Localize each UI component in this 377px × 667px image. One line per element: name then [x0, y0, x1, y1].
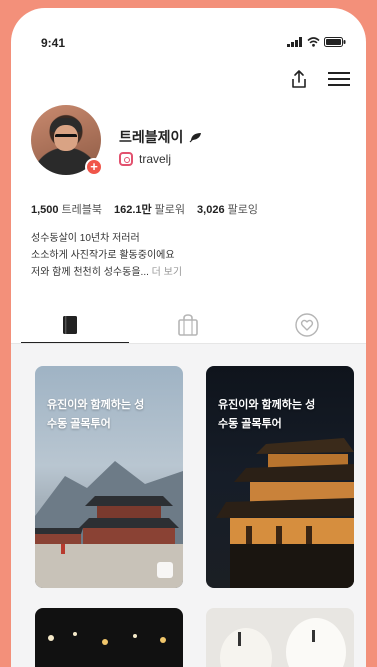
signal-icon: [287, 37, 302, 47]
profile-name: 트레블제이: [119, 129, 184, 145]
status-bar: 9:41: [11, 8, 366, 68]
stat-label: 트레블북: [61, 204, 103, 216]
stat-label: 팔로워: [154, 204, 186, 216]
tab-travelbooks[interactable]: [11, 306, 130, 344]
wifi-icon: [307, 37, 320, 47]
profile-bio: 성수동살이 10년차 저러러 소소하게 사진작가로 활동중이에요 저와 함께 천…: [31, 230, 351, 281]
stat-followers[interactable]: 162.1만 팔로워: [114, 201, 185, 217]
stat-value: 3,026: [197, 204, 225, 216]
stat-value: 1,500: [31, 204, 59, 216]
instagram-link[interactable]: travelj: [119, 152, 171, 166]
share-button[interactable]: [288, 68, 310, 90]
status-time: 9:41: [41, 36, 66, 50]
travelbook-card[interactable]: [35, 608, 183, 667]
card-title-line: 수동 골목투어: [47, 418, 111, 430]
bio-line: 저와 함께 천천히 성수동을...: [31, 267, 149, 278]
more-link[interactable]: 더 보기: [152, 267, 182, 278]
tab-likes[interactable]: [248, 306, 366, 344]
card-title-line: 유진이와 함께하는 성: [218, 399, 316, 411]
card-title: 유진이와 함께하는 성 수동 골목투어: [47, 396, 173, 434]
stat-value: 162.1만: [114, 204, 152, 216]
night-lights-photo: [48, 632, 166, 645]
shopping-bag-icon: [178, 314, 199, 336]
bio-line: 성수동살이 10년차 저러러: [31, 233, 140, 244]
card-title-line: 수동 골목투어: [218, 418, 282, 430]
profile-handle: travelj: [139, 152, 172, 166]
tab-shop[interactable]: [129, 306, 247, 344]
bio-line-last: 저와 함께 천천히 성수동을... 더 보기: [31, 264, 351, 281]
leaf-icon: [189, 133, 202, 143]
heart-icon: [295, 313, 319, 337]
hamburger-menu-icon: [328, 72, 350, 86]
name-row: 트레블제이: [119, 127, 203, 147]
travelbook-card[interactable]: 유진이와 함께하는 성 수동 골목투어: [206, 366, 354, 588]
instagram-icon: [119, 152, 133, 166]
stat-travelbooks[interactable]: 1,500 트레블북: [31, 201, 102, 217]
travelbook-grid: 유진이와 함께하는 성 수동 골목투어 유진이와 함께하는 성 수동 골목투어: [11, 344, 366, 667]
bio-line: 소소하게 사진작가로 활동중이에요: [31, 250, 175, 261]
card-title-line: 유진이와 함께하는 성: [47, 399, 145, 411]
bookmark-icon[interactable]: [157, 562, 173, 578]
profile-tabs: [11, 306, 366, 344]
profile-stats: 1,500 트레블북 162.1만 팔로워 3,026 팔로잉: [31, 201, 258, 217]
battery-icon: [324, 37, 346, 47]
status-icons: [287, 37, 346, 47]
menu-button[interactable]: [328, 68, 350, 90]
travelbook-card[interactable]: [206, 608, 354, 667]
share-icon: [292, 70, 306, 88]
travelbook-card[interactable]: 유진이와 함께하는 성 수동 골목투어: [35, 366, 183, 588]
avatar-glasses: [55, 134, 77, 140]
book-icon: [63, 316, 78, 334]
add-story-button[interactable]: +: [85, 158, 103, 176]
stat-label: 팔로잉: [227, 204, 258, 216]
phone-screen: 9:41 + 트레블제이 travelj 1,500 트레블북 162.1만 팔…: [11, 8, 366, 667]
card-title: 유진이와 함께하는 성 수동 골목투어: [218, 396, 344, 434]
lanterns-photo: [220, 618, 346, 667]
stat-following[interactable]: 3,026 팔로잉: [197, 201, 258, 217]
top-actions: [288, 68, 350, 90]
